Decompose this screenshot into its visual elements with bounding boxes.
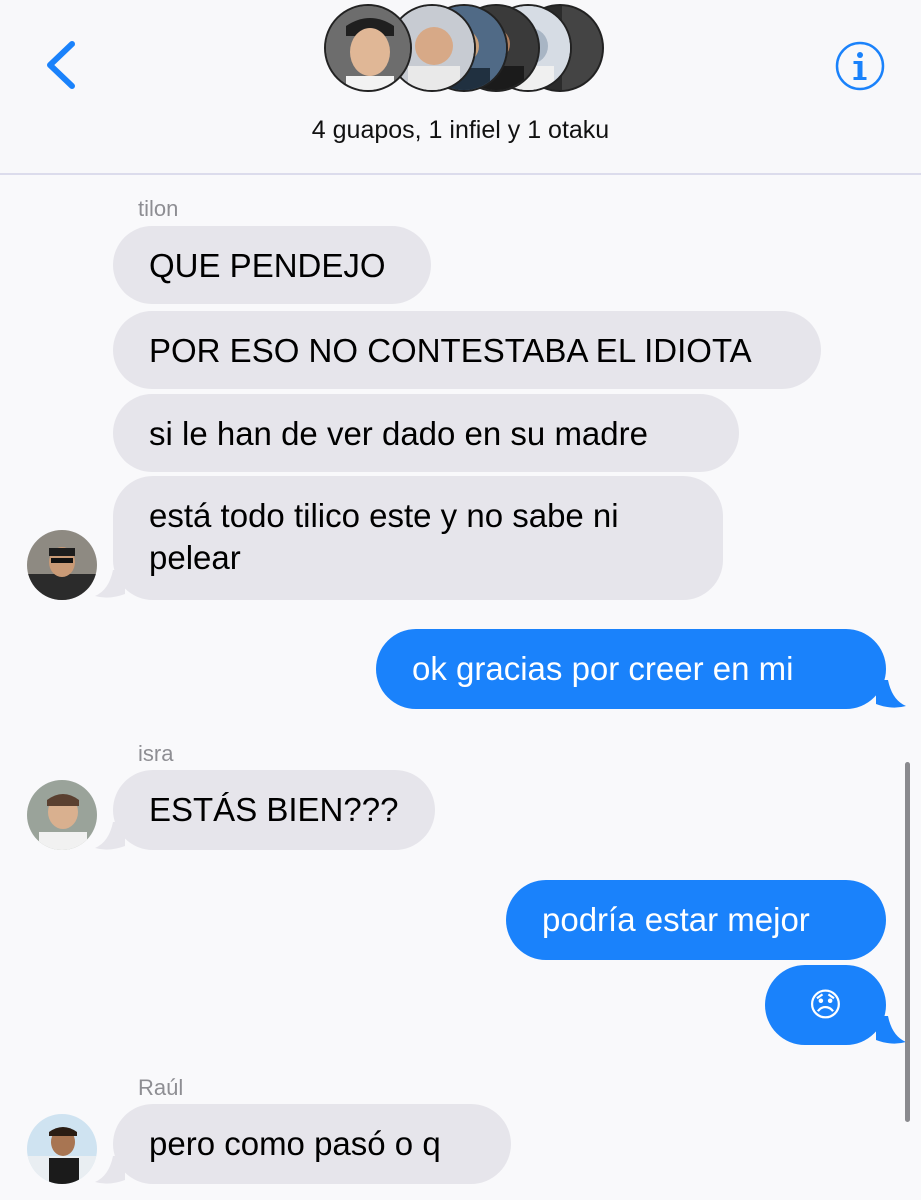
outgoing-message-bubble[interactable]: 😞 (765, 965, 886, 1045)
incoming-message-bubble[interactable]: si le han de ver dado en su madre (113, 394, 739, 472)
outgoing-message-bubble[interactable]: podría estar mejor (506, 880, 886, 960)
message-text: pelear (149, 539, 241, 576)
bubble-tail (876, 1016, 906, 1044)
message-text: si le han de ver dado en su madre (149, 415, 648, 452)
outgoing-message-bubble[interactable]: ok gracias por creer en mi (376, 629, 886, 709)
avatar-image (27, 780, 97, 850)
conversation-header: 4 guapos, 1 infiel y 1 otaku (0, 0, 921, 175)
group-avatars[interactable] (324, 4, 604, 96)
group-title[interactable]: 4 guapos, 1 infiel y 1 otaku (0, 116, 921, 145)
bubble-tail (95, 1156, 125, 1184)
emoji-disappointed-icon: 😞 (808, 985, 843, 1024)
incoming-message-bubble[interactable]: QUE PENDEJO (113, 226, 431, 304)
message-text: POR ESO NO CONTESTABA EL IDIOTA (149, 332, 752, 369)
info-icon (835, 41, 885, 91)
info-button[interactable] (834, 40, 886, 92)
scrollbar[interactable] (905, 762, 910, 1122)
message-text: QUE PENDEJO (149, 247, 386, 284)
incoming-message-bubble[interactable]: ESTÁS BIEN??? (113, 770, 435, 850)
avatar[interactable] (27, 1114, 97, 1184)
incoming-message-bubble[interactable]: pero como pasó o q (113, 1104, 511, 1184)
message-text: ESTÁS BIEN??? (149, 791, 399, 828)
message-text: podría estar mejor (542, 901, 810, 938)
sender-name: isra (138, 741, 174, 766)
avatar-image (27, 1114, 97, 1184)
bubble-tail (95, 822, 125, 850)
back-button[interactable] (40, 40, 80, 90)
message-text: está todo tilico este y no sabe ni (149, 497, 619, 534)
sender-name: Raúl (138, 1075, 184, 1100)
message-text: pero como pasó o q (149, 1125, 441, 1162)
avatar[interactable] (27, 530, 97, 600)
incoming-message-bubble[interactable]: está todo tilico este y no sabe ni pelea… (113, 476, 723, 600)
group-avatar (324, 4, 412, 92)
incoming-message-bubble[interactable]: POR ESO NO CONTESTABA EL IDIOTA (113, 311, 821, 389)
chevron-left-icon (47, 41, 75, 89)
message-text: ok gracias por creer en mi (412, 650, 794, 687)
bubble-tail (95, 570, 125, 598)
avatar[interactable] (27, 780, 97, 850)
sender-name: tilon (138, 196, 179, 221)
bubble-tail (876, 680, 906, 708)
avatar-image (27, 530, 97, 600)
